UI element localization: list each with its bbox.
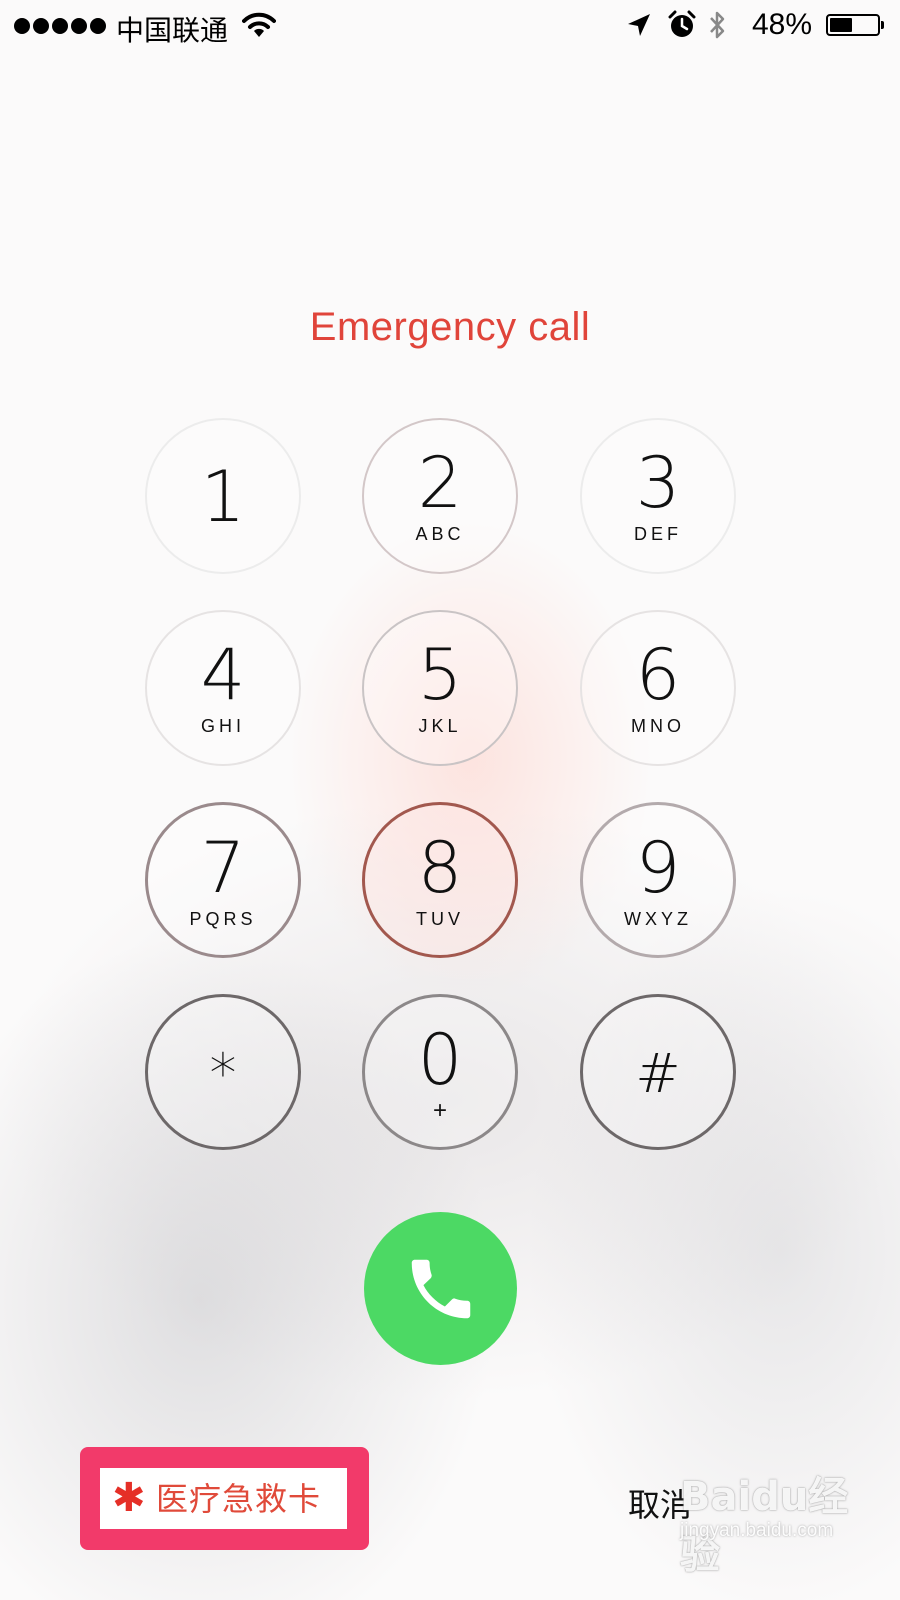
keypad-key-1[interactable]: 1 (145, 418, 301, 574)
key-digit: 7 (200, 827, 246, 909)
baidu-watermark: Baidu经验 jingyan.baidu.com (680, 1462, 850, 1578)
keypad-key-7[interactable]: 7 PQRS (145, 802, 301, 958)
keypad-key-9[interactable]: 9 WXYZ (580, 802, 736, 958)
keypad-key-3[interactable]: 3 DEF (580, 418, 736, 574)
keypad-key-5[interactable]: 5 JKL (362, 610, 518, 766)
key-letters: WXYZ (624, 909, 692, 929)
key-digit: * (209, 1042, 237, 1105)
key-digit: 5 (417, 634, 463, 716)
medical-id-label: 医疗急救卡 (156, 1480, 322, 1518)
key-letters: PQRS (189, 909, 257, 929)
carrier-name: 中国联通 (116, 14, 229, 47)
watermark-url: jingyan.baidu.com (680, 1520, 834, 1541)
location-arrow-icon (626, 12, 652, 46)
keypad-key-0[interactable]: 0 + (362, 994, 518, 1150)
key-digit: 3 (635, 442, 681, 524)
alarm-clock-icon (668, 10, 696, 48)
keypad-key-8[interactable]: 8 TUV (362, 802, 518, 958)
emergency-call-screen: 中国联通 48% Emergency call 1 2 ABC 3 DEF 4 … (0, 0, 900, 1600)
key-digit: 6 (635, 634, 681, 716)
key-letters: + (432, 1097, 447, 1124)
battery-percentage: 48% (752, 8, 813, 41)
bluetooth-icon (708, 10, 726, 48)
battery-level-fill (830, 18, 852, 32)
key-digit: 8 (417, 827, 463, 909)
emergency-call-title: Emergency call (309, 305, 591, 349)
keypad-key-6[interactable]: 6 MNO (580, 610, 736, 766)
key-letters: TUV (416, 909, 464, 929)
asterisk-icon: ✱ (112, 1475, 146, 1521)
status-bar: 中国联通 48% (0, 0, 900, 52)
key-letters: GHI (200, 716, 245, 736)
wifi-icon (242, 11, 276, 47)
key-letters: DEF (634, 524, 682, 544)
key-digit: 0 (417, 1019, 463, 1101)
key-digit: 4 (200, 634, 246, 716)
key-letters: ABC (415, 524, 465, 544)
keypad-key-2[interactable]: 2 ABC (362, 418, 518, 574)
key-digit: # (635, 1042, 681, 1105)
call-button[interactable] (364, 1212, 517, 1365)
key-digit: 9 (635, 827, 681, 909)
key-letters: JKL (418, 716, 462, 736)
battery-icon (826, 14, 884, 36)
signal-strength-icon (14, 18, 106, 34)
key-digit: 2 (417, 442, 463, 524)
keypad-key-hash[interactable]: # (580, 994, 736, 1150)
keypad-key-4[interactable]: 4 GHI (145, 610, 301, 766)
keypad-key-star[interactable]: * (145, 994, 301, 1150)
medical-id-button[interactable]: ✱ 医疗急救卡 (100, 1468, 347, 1529)
key-digit: 1 (200, 456, 246, 538)
phone-icon (411, 1259, 471, 1319)
key-letters: MNO (631, 716, 685, 736)
